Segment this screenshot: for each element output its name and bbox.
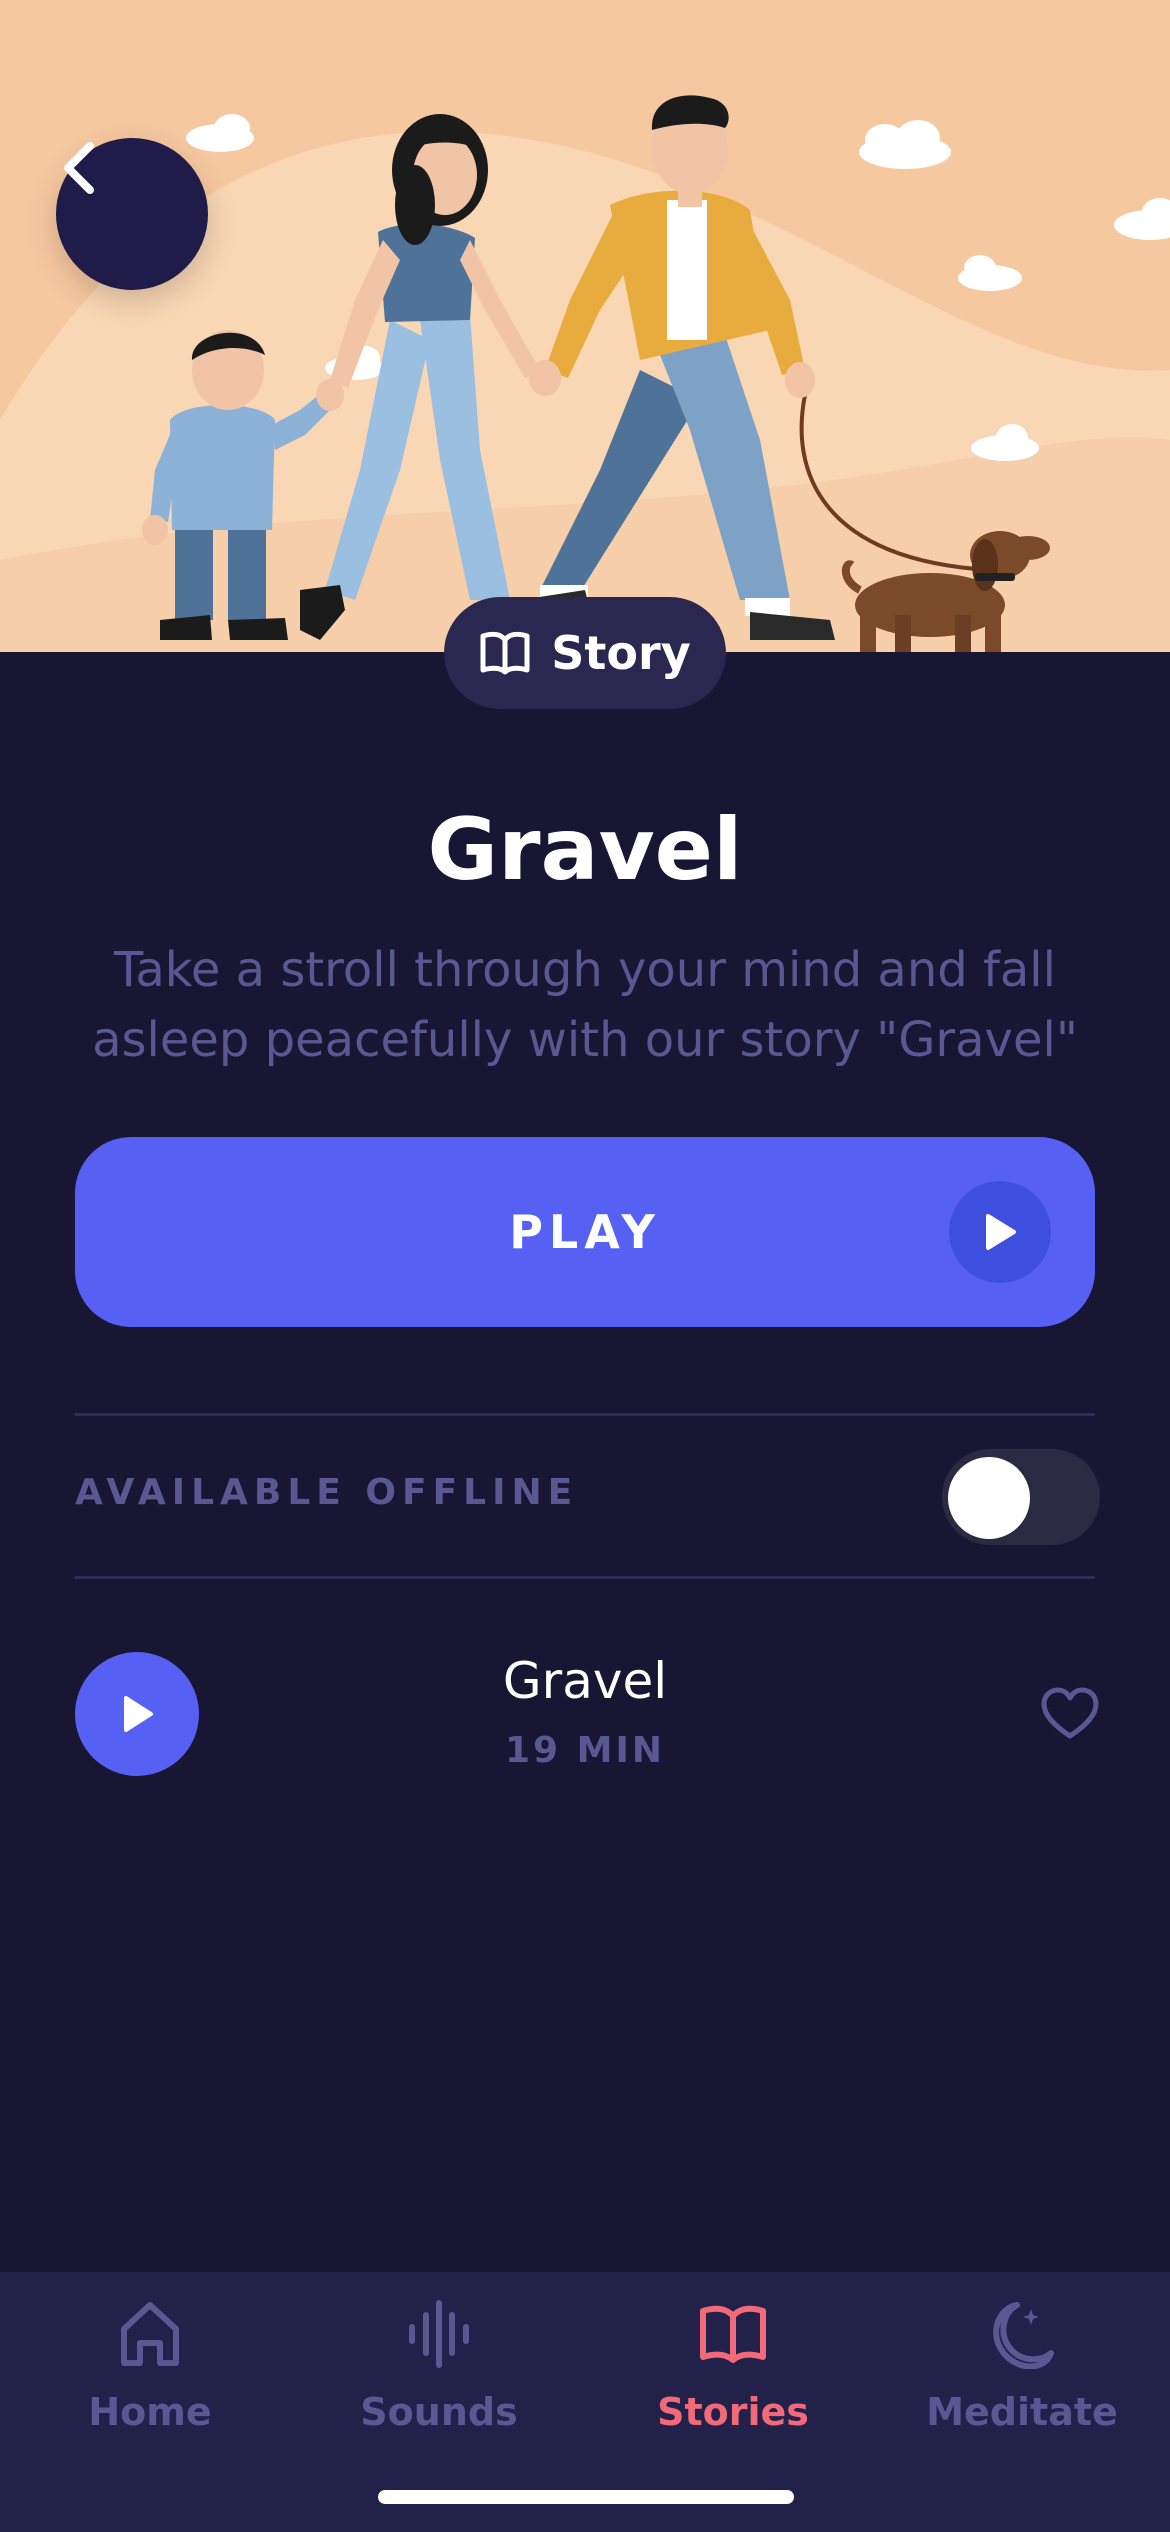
track-duration: 19 MIN	[505, 1730, 665, 1771]
book-open-icon	[700, 2305, 766, 2363]
story-description: Take a stroll through your mind and fall…	[92, 942, 1078, 1068]
divider	[75, 1576, 1095, 1579]
family-walking-dog-illustration	[0, 95, 1170, 652]
tab-meditate[interactable]: Meditate	[876, 2272, 1168, 2452]
tab-home-label: Home	[88, 2390, 212, 2434]
book-open-icon	[480, 631, 530, 675]
home-icon	[121, 2302, 179, 2366]
tab-stories[interactable]: Stories	[587, 2272, 879, 2452]
sound-wave-icon	[409, 2300, 469, 2368]
play-button[interactable]: PLAY	[75, 1137, 1095, 1327]
play-icon	[986, 1214, 1016, 1250]
track-title: Gravel	[502, 1652, 668, 1710]
offline-label: AVAILABLE OFFLINE	[75, 1472, 579, 1513]
heart-icon[interactable]	[1040, 1686, 1100, 1742]
content-type-badge: Story	[444, 597, 726, 709]
divider	[75, 1413, 1095, 1416]
tab-meditate-label: Meditate	[926, 2390, 1118, 2434]
tab-stories-label: Stories	[657, 2390, 809, 2434]
play-button-label: PLAY	[509, 1205, 661, 1259]
story-title: Gravel	[427, 800, 743, 900]
offline-toggle[interactable]	[942, 1449, 1100, 1545]
tab-sounds[interactable]: Sounds	[293, 2272, 585, 2452]
chevron-left-icon	[64, 142, 94, 194]
content-type-label: Story	[551, 626, 691, 680]
toggle-knob	[948, 1457, 1030, 1539]
play-button-circle	[949, 1181, 1051, 1283]
tab-sounds-label: Sounds	[360, 2390, 518, 2434]
hero-illustration	[0, 0, 1170, 652]
home-indicator	[378, 2490, 794, 2504]
moon-icon	[993, 2302, 1054, 2369]
tab-home[interactable]: Home	[4, 2272, 296, 2452]
back-button[interactable]	[56, 138, 208, 290]
